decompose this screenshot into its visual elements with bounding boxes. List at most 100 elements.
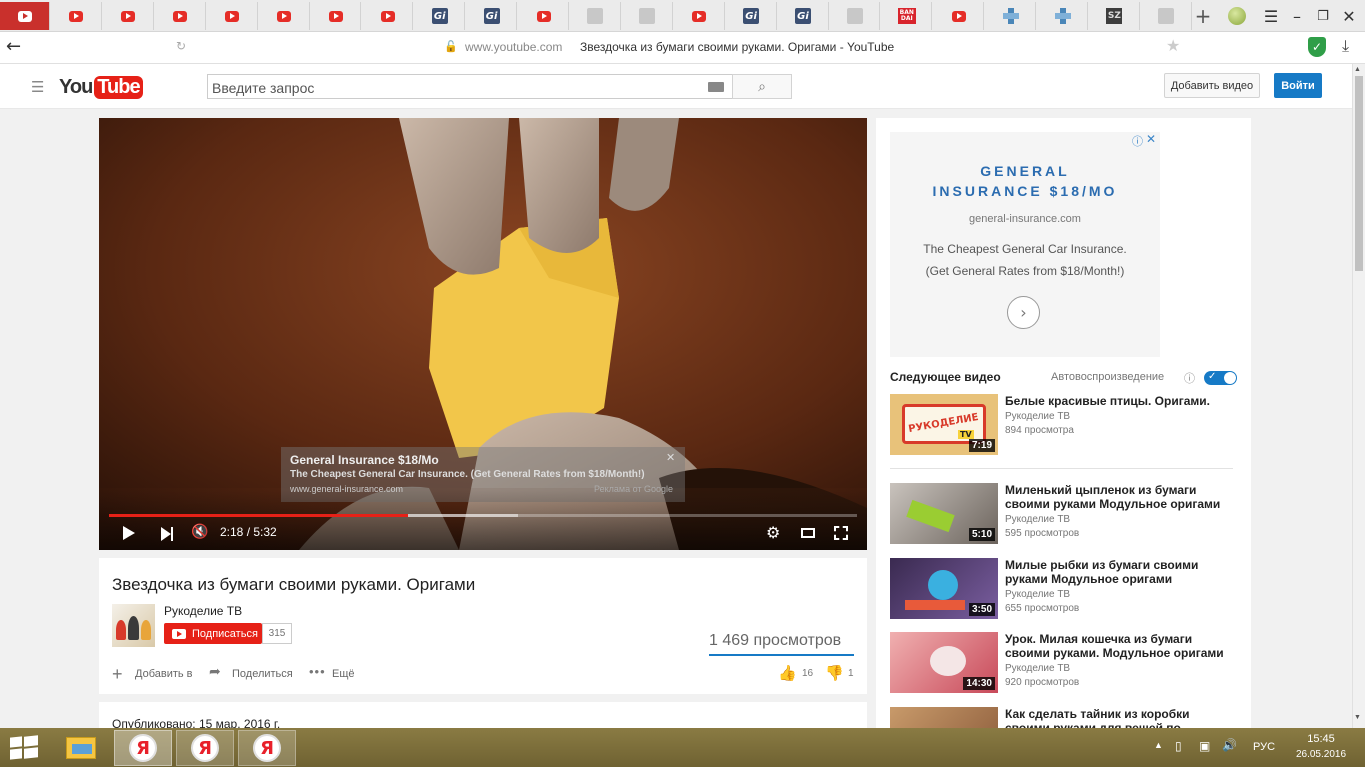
browser-tab[interactable]: [208, 2, 258, 30]
guide-menu-icon[interactable]: ☰: [31, 78, 44, 96]
autoplay-info-icon[interactable]: ⓘ: [1184, 370, 1195, 386]
video-channel[interactable]: Рукоделие ТВ: [1005, 411, 1070, 422]
related-video[interactable]: 5:10 Миленький цыпленок из бумаги своими…: [890, 483, 1235, 544]
subscribe-button[interactable]: Подписаться: [164, 623, 262, 644]
video-title[interactable]: Милые рыбки из бумаги своими руками Моду…: [1005, 558, 1235, 586]
browser-tab[interactable]: Gi: [779, 2, 829, 30]
more-dots-icon[interactable]: •••: [309, 664, 326, 679]
overlay-close-icon[interactable]: ✕: [666, 451, 675, 464]
browser-tab[interactable]: SZ: [1090, 2, 1140, 30]
related-video[interactable]: Как сделать тайник из коробки своими рук…: [890, 707, 1235, 728]
video-title[interactable]: Миленький цыпленок из бумаги своими рука…: [1005, 483, 1235, 511]
sidebar-ad[interactable]: ⓘ ✕ GENERAL INSURANCE $18/MO general-ins…: [890, 132, 1160, 357]
video-thumbnail[interactable]: 14:30: [890, 632, 998, 693]
browser-tab[interactable]: [1038, 2, 1088, 30]
video-thumbnail[interactable]: 3:50: [890, 558, 998, 619]
video-thumbnail[interactable]: РУКОДЕЛИЕ TV 7:19: [890, 394, 998, 455]
close-window-icon[interactable]: ✕: [1336, 0, 1362, 32]
url-domain[interactable]: www.youtube.com: [465, 40, 562, 54]
tray-device-icon[interactable]: ▯: [1175, 739, 1182, 753]
plus-icon[interactable]: +: [112, 664, 123, 685]
channel-avatar[interactable]: [112, 604, 155, 647]
browser-tab[interactable]: [830, 2, 881, 30]
file-explorer-icon[interactable]: [52, 730, 110, 766]
progress-bar[interactable]: [109, 514, 857, 517]
share-button[interactable]: Поделиться: [232, 668, 293, 680]
video-title[interactable]: Как сделать тайник из коробки своими рук…: [1005, 707, 1235, 728]
tray-network-icon[interactable]: ▣: [1199, 739, 1210, 753]
browser-tab[interactable]: [363, 2, 414, 30]
taskbar-yandex-browser-3[interactable]: Я: [238, 730, 296, 766]
browser-tab[interactable]: [52, 2, 102, 30]
mute-icon[interactable]: 🔇: [191, 524, 208, 540]
youtube-logo[interactable]: You Tube: [59, 73, 143, 101]
page-title[interactable]: Звездочка из бумаги своими руками. Орига…: [580, 40, 894, 54]
minimize-icon[interactable]: –: [1284, 0, 1310, 32]
video-thumbnail[interactable]: 5:10: [890, 483, 998, 544]
share-icon[interactable]: ➦: [209, 664, 221, 680]
tray-date[interactable]: 26.05.2016: [1290, 749, 1352, 760]
video-title[interactable]: Урок. Милая кошечка из бумаги своими рук…: [1005, 632, 1235, 660]
browser-tab[interactable]: [623, 2, 673, 30]
keyboard-icon[interactable]: [708, 82, 724, 92]
back-icon[interactable]: ←: [6, 36, 21, 57]
fullscreen-icon[interactable]: [834, 526, 848, 540]
tray-time[interactable]: 15:45: [1292, 733, 1350, 745]
autoplay-toggle[interactable]: ✓: [1204, 371, 1237, 385]
tray-volume-icon[interactable]: 🔊: [1222, 738, 1237, 752]
protect-shield-icon[interactable]: ✓: [1308, 37, 1326, 57]
like-icon[interactable]: 👍: [778, 664, 797, 682]
next-icon[interactable]: [161, 527, 175, 541]
search-button[interactable]: ⌕: [732, 74, 792, 99]
bookmark-star-icon[interactable]: ★: [1166, 36, 1180, 55]
related-video[interactable]: 3:50 Милые рыбки из бумаги своими руками…: [890, 558, 1235, 619]
ad-info-icon[interactable]: ⓘ: [1132, 133, 1143, 149]
scrollbar-thumb[interactable]: [1355, 76, 1363, 271]
reload-icon[interactable]: ↻: [176, 39, 186, 53]
more-button[interactable]: Ещё: [332, 668, 355, 680]
related-video[interactable]: РУКОДЕЛИЕ TV 7:19 Белые красивые птицы. …: [890, 394, 1235, 469]
related-video[interactable]: 14:30 Урок. Милая кошечка из бумаги свои…: [890, 632, 1235, 693]
browser-tab[interactable]: [571, 2, 621, 30]
theater-mode-icon[interactable]: [801, 528, 815, 538]
overlay-ad-title[interactable]: General Insurance $18/Mo: [290, 453, 439, 467]
ad-close-icon[interactable]: ✕: [1146, 132, 1156, 146]
browser-tab[interactable]: [675, 2, 725, 30]
browser-tab[interactable]: [311, 2, 362, 30]
restore-icon[interactable]: ❐: [1310, 0, 1336, 32]
download-icon[interactable]: ⤓: [1342, 36, 1349, 56]
video-channel[interactable]: Рукоделие ТВ: [1005, 589, 1070, 600]
video-channel[interactable]: Рукоделие ТВ: [1005, 663, 1070, 674]
video-title[interactable]: Белые красивые птицы. Оригами.: [1005, 394, 1235, 408]
tray-expand-icon[interactable]: ▲: [1154, 740, 1163, 750]
play-icon[interactable]: [123, 526, 135, 540]
video-player[interactable]: General Insurance $18/Mo The Cheapest Ge…: [99, 118, 867, 550]
browser-tab[interactable]: [260, 2, 310, 30]
ad-arrow-icon[interactable]: ›: [1007, 296, 1040, 329]
add-to-button[interactable]: Добавить в: [135, 668, 193, 680]
browser-tab[interactable]: [934, 2, 985, 30]
browser-tab[interactable]: [519, 2, 569, 30]
signin-button[interactable]: Войти: [1274, 73, 1322, 98]
browser-tab[interactable]: [986, 2, 1037, 30]
windows-start-icon[interactable]: [10, 735, 38, 760]
browser-tab[interactable]: [0, 2, 50, 30]
browser-tab[interactable]: [156, 2, 206, 30]
browser-tab[interactable]: [104, 2, 154, 30]
video-channel[interactable]: Рукоделие ТВ: [1005, 514, 1070, 525]
search-input[interactable]: Введите запрос: [207, 74, 733, 99]
settings-gear-icon[interactable]: ⚙: [766, 523, 780, 542]
browser-tab[interactable]: Gi: [727, 2, 777, 30]
browser-tab[interactable]: Gi: [415, 2, 466, 30]
browser-tab[interactable]: [1142, 2, 1192, 30]
menu-icon[interactable]: ☰: [1258, 0, 1284, 32]
new-tab-button[interactable]: +: [1190, 0, 1216, 32]
video-thumbnail[interactable]: [890, 707, 998, 728]
page-scrollbar[interactable]: ▲ ▼: [1352, 64, 1365, 728]
taskbar-yandex-browser-2[interactable]: Я: [176, 730, 234, 766]
taskbar-yandex-browser-1[interactable]: Я: [114, 730, 172, 766]
upload-button[interactable]: Добавить видео: [1164, 73, 1260, 98]
browser-tab[interactable]: BAN DAI: [882, 2, 933, 30]
browser-tab[interactable]: Gi: [467, 2, 518, 30]
shield-green-icon[interactable]: [1228, 7, 1246, 25]
